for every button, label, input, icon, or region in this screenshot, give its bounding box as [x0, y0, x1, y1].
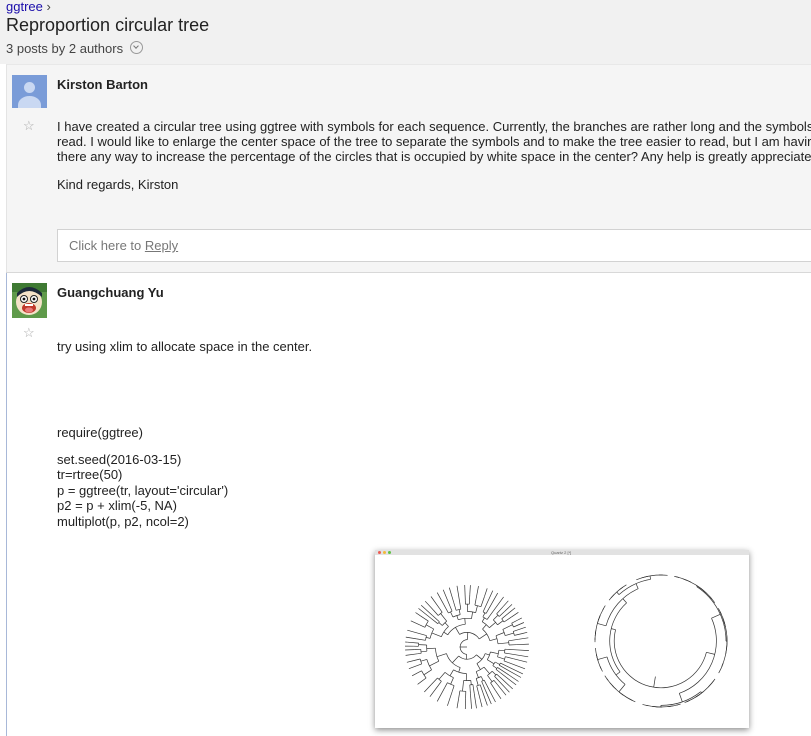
- post-author[interactable]: Guangchuang Yu: [57, 285, 164, 300]
- post-signoff: Kind regards, Kirston: [57, 177, 179, 192]
- code-line: multiplot(p, p2, ncol=2): [57, 514, 189, 529]
- code-line: set.seed(2016-03-15): [57, 452, 182, 467]
- circular-tree-plots: [404, 574, 728, 710]
- post-body-text: try using xlim to allocate space in the …: [57, 339, 313, 354]
- post-body-line: I have created a circular tree using ggt…: [57, 119, 811, 134]
- code-line: require(ggtree): [57, 425, 143, 440]
- thread-meta: 3 posts by 2 authors: [6, 40, 143, 56]
- reply-prefix: Click here to: [69, 238, 145, 253]
- post-body-line: read. I would like to enlarge the center…: [57, 134, 811, 149]
- avatar-icon[interactable]: [12, 283, 47, 318]
- reply-box[interactable]: Click here to Reply: [57, 229, 811, 262]
- thread-meta-text: 3 posts by 2 authors: [6, 41, 124, 56]
- avatar-icon[interactable]: [12, 75, 47, 108]
- star-icon[interactable]: ☆: [23, 325, 35, 341]
- circular-tree-right: [594, 574, 728, 708]
- post-body-line: there any way to increase the percentage…: [57, 149, 811, 164]
- breadcrumb: ggtree ›: [6, 0, 51, 14]
- chevron-down-icon[interactable]: [129, 41, 143, 54]
- code-line: p = ggtree(tr, layout='circular'): [57, 483, 229, 498]
- post-author[interactable]: Kirston Barton: [57, 77, 148, 92]
- tree-plot-screenshot[interactable]: Quartz 2 [*]: [375, 550, 749, 728]
- thread-header: ggtree › Reproportion circular tree 3 po…: [0, 0, 811, 64]
- code-line: p2 = p + xlim(-5, NA): [57, 498, 177, 513]
- reply-prompt: Click here to Reply: [69, 238, 178, 253]
- reply-link[interactable]: Reply: [145, 238, 178, 253]
- code-line: tr=rtree(50): [57, 467, 123, 482]
- breadcrumb-group-link[interactable]: ggtree: [6, 0, 43, 14]
- breadcrumb-separator: ›: [46, 0, 51, 14]
- star-icon[interactable]: ☆: [23, 118, 35, 134]
- circular-tree-left: [404, 584, 529, 710]
- thread-title: Reproportion circular tree: [6, 15, 210, 35]
